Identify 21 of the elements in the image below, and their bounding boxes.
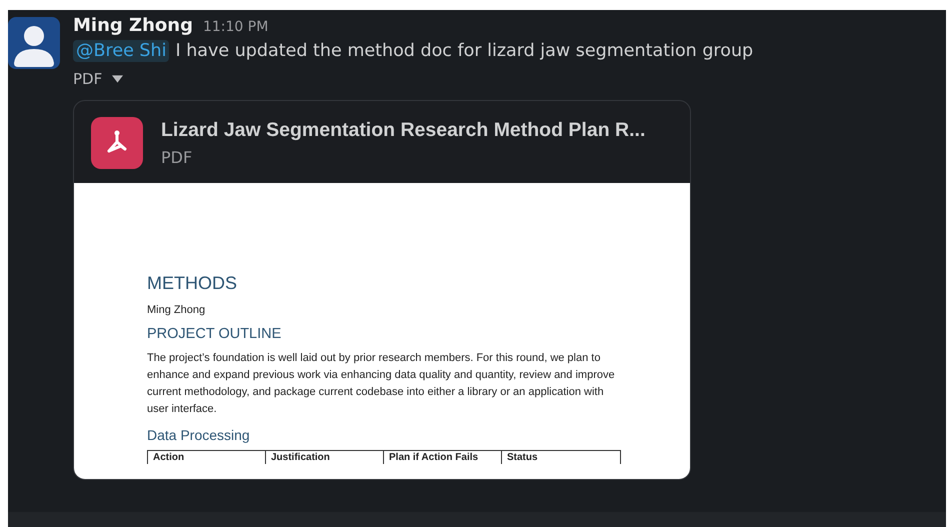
section-heading: PROJECT OUTLINE: [147, 326, 282, 342]
document-heading: METHODS: [147, 273, 238, 294]
table-header-cell-text: Status: [506, 451, 539, 464]
table-header-cell: Justification: [266, 451, 384, 464]
pdf-icon: [91, 117, 143, 169]
file-type: PDF: [161, 148, 194, 167]
document-preview[interactable]: [74, 183, 690, 479]
avatar-icon[interactable]: [8, 17, 60, 69]
timestamp[interactable]: 11:10 PM: [202, 19, 268, 35]
document-paragraph: The project’s foundation is well laid out by prior research members. For this round, we plan to enhance and expand previous work via enhancing data quality and quantity, review and improve current methodology, and package current codebase into either a library or an application with user interface.: [147, 351, 616, 417]
message-text: I have updated the method doc for lizard jaw segmentation group: [175, 41, 754, 61]
file-card[interactable]: [73, 100, 691, 480]
attachment-toggle[interactable]: PDF: [73, 70, 124, 88]
table-header-cell: Action: [148, 451, 266, 464]
file-title[interactable]: Lizard Jaw Segmentation Research Method Plan R...: [161, 119, 646, 142]
author-name[interactable]: Ming Zhong: [73, 15, 193, 36]
table-header-cell: Plan if Action Fails: [384, 451, 502, 464]
caret-icon: [112, 75, 124, 83]
subsection-heading: Data Processing: [147, 427, 251, 443]
user-mention[interactable]: @Bree Shi: [73, 40, 170, 62]
document-author: Ming Zhong: [147, 304, 206, 316]
